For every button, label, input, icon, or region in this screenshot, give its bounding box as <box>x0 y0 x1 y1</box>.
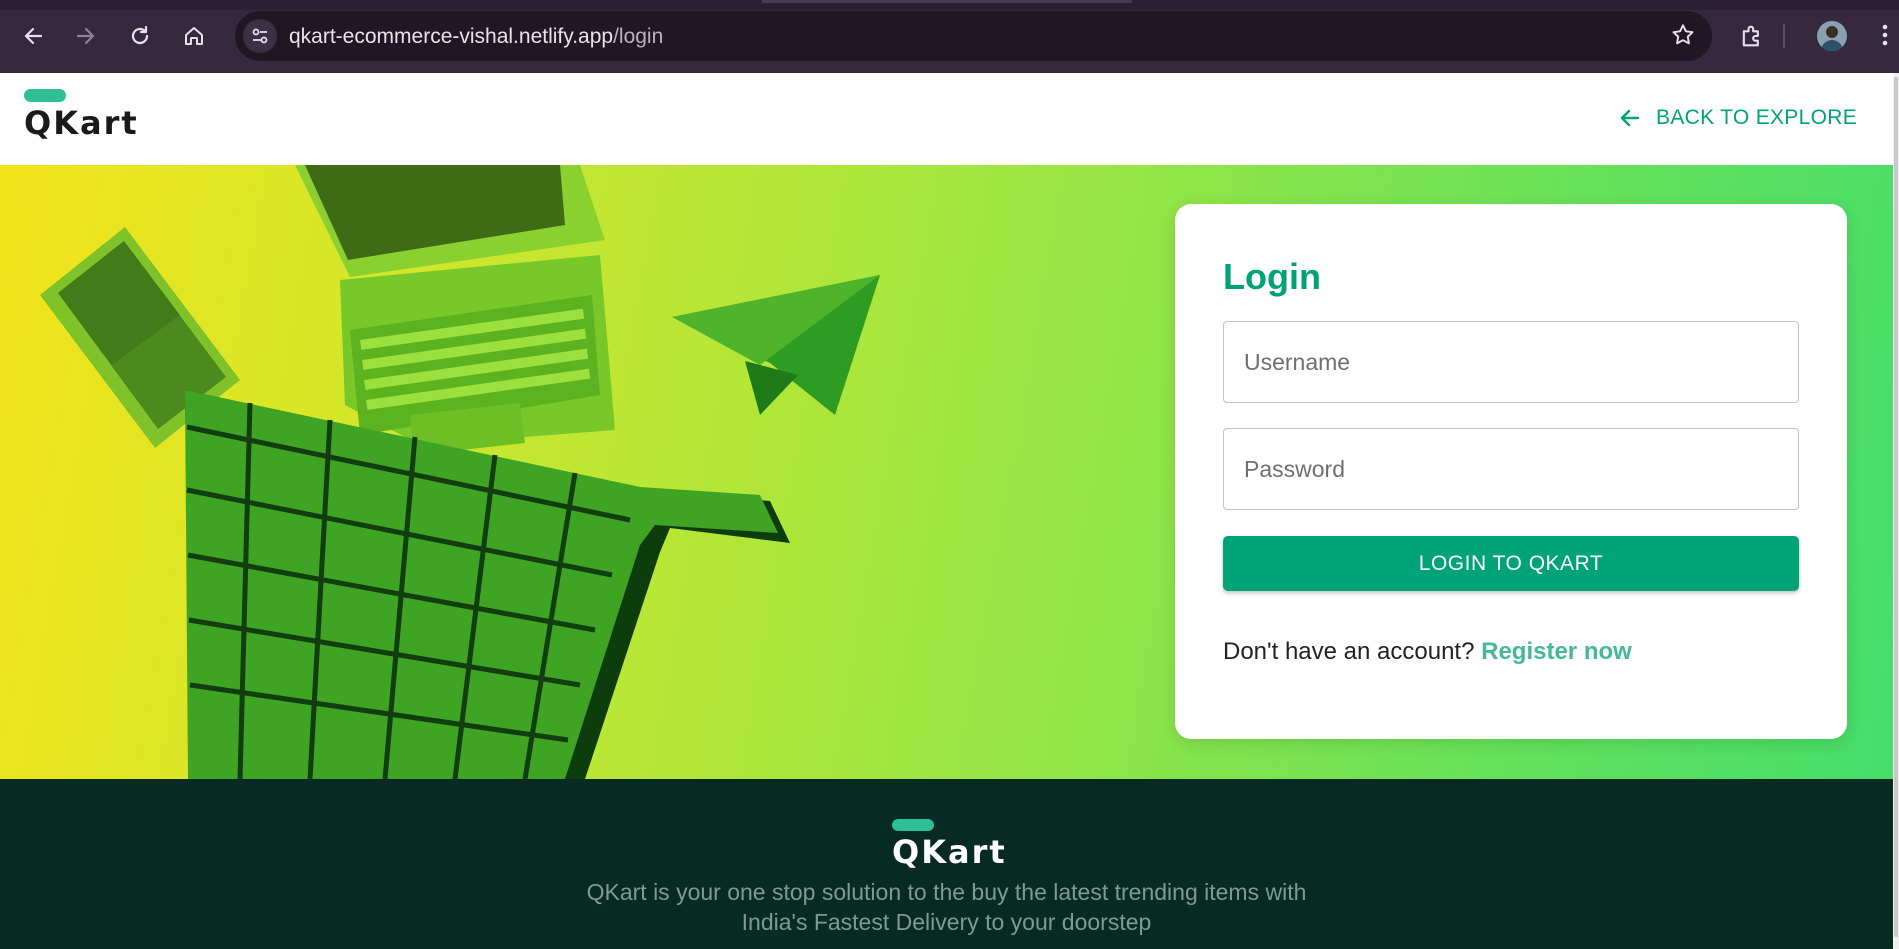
arrow-left-icon <box>1620 109 1640 127</box>
back-icon[interactable] <box>17 20 49 52</box>
page-scrollbar[interactable] <box>1893 73 1899 949</box>
site-footer: QKart QKart is your one stop solution to… <box>0 779 1893 949</box>
url-path: /login <box>613 25 664 48</box>
register-prompt: Don't have an account? Register now <box>1223 638 1632 666</box>
footer-logo[interactable]: QKart <box>892 819 1007 869</box>
back-to-explore-label: BACK TO EXPLORE <box>1656 106 1857 129</box>
register-now-link[interactable]: Register now <box>1481 638 1632 665</box>
toolbar-divider <box>1783 24 1785 48</box>
password-input[interactable] <box>1224 429 1798 509</box>
address-bar[interactable]: qkart-ecommerce-vishal.netlify.app/login <box>235 11 1712 61</box>
profile-avatar[interactable] <box>1817 21 1847 51</box>
register-prompt-text: Don't have an account? <box>1223 638 1475 665</box>
footer-logo-text: QKart <box>892 833 1007 871</box>
forward-icon[interactable] <box>70 20 102 52</box>
basket-illustration <box>185 390 790 779</box>
scrollbar-thumb[interactable] <box>1894 77 1898 937</box>
bookmark-star-icon[interactable] <box>1670 22 1696 53</box>
site-info-icon[interactable] <box>243 19 277 53</box>
logo-text: QKart <box>24 104 139 142</box>
login-card: Login LOGIN TO QKART Don't have an accou… <box>1175 204 1847 739</box>
browser-toolbar: qkart-ecommerce-vishal.netlify.app/login <box>0 0 1899 73</box>
footer-desc-line1: QKart is your one stop solution to the b… <box>586 879 1307 905</box>
menu-kebab-icon[interactable] <box>1880 20 1890 55</box>
footer-description: QKart is your one stop solution to the b… <box>0 877 1893 937</box>
active-tab-edge <box>762 0 1132 3</box>
url-text: qkart-ecommerce-vishal.netlify.app/login <box>289 25 663 49</box>
hero-banner: Login LOGIN TO QKART Don't have an accou… <box>0 165 1893 779</box>
site-header: QKart BACK TO EXPLORE <box>0 73 1893 165</box>
login-title: Login <box>1223 256 1321 297</box>
reload-icon[interactable] <box>124 20 156 52</box>
footer-desc-line2: India's Fastest Delivery to your doorste… <box>741 909 1152 935</box>
logo-pill <box>24 89 66 102</box>
password-field[interactable] <box>1223 428 1799 510</box>
shopping-illustration <box>40 165 880 779</box>
extensions-icon[interactable] <box>1738 22 1766 55</box>
avatar-head <box>1826 26 1838 38</box>
laptop-illustration <box>295 165 615 455</box>
avatar-body <box>1821 40 1843 51</box>
back-to-explore-button[interactable]: BACK TO EXPLORE <box>1618 106 1857 130</box>
paper-plane-illustration <box>672 275 880 415</box>
username-input[interactable] <box>1224 322 1798 402</box>
url-domain: qkart-ecommerce-vishal.netlify.app <box>289 25 614 48</box>
footer-logo-pill <box>892 819 934 831</box>
username-field[interactable] <box>1223 321 1799 403</box>
login-button[interactable]: LOGIN TO QKART <box>1223 536 1799 591</box>
qkart-logo[interactable]: QKart <box>24 89 139 140</box>
home-icon[interactable] <box>178 20 210 52</box>
